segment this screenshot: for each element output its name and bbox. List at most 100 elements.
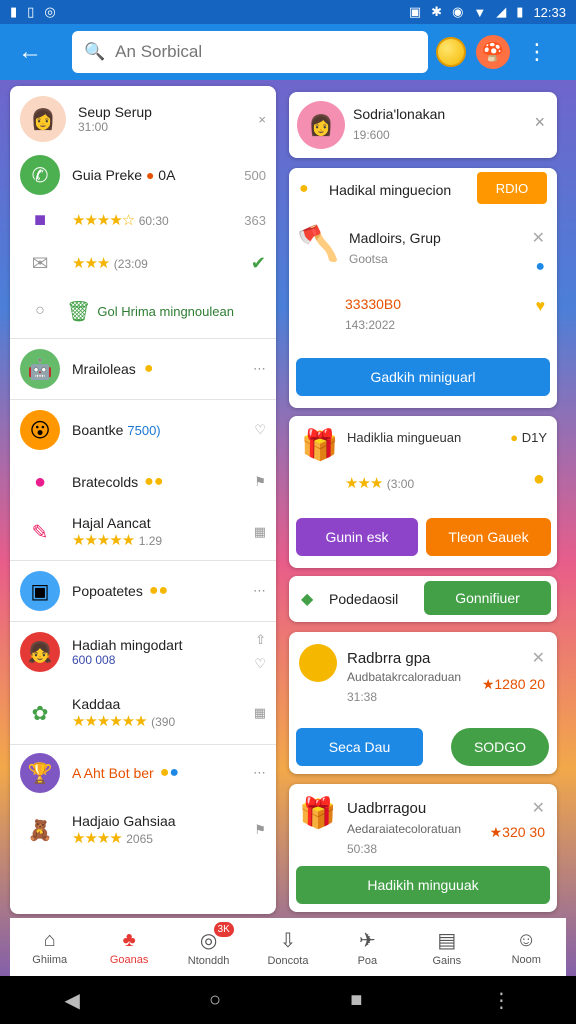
badge-icon: ● <box>169 764 180 781</box>
bookmark-icon[interactable]: ⚑ <box>254 822 266 838</box>
heart-icon[interactable]: ♡ <box>254 656 266 672</box>
nfc-icon: ▣ <box>408 4 422 19</box>
search-box[interactable]: 🔍 <box>72 31 428 73</box>
offer-card: 🎁 Uadbrragou Aedaraiatecoloratuan 50:38 … <box>289 784 557 912</box>
app-bar: ← 🔍 🍄 ⋮ <box>0 24 576 80</box>
games-icon: ♣ <box>122 928 136 951</box>
trophy-icon: 🏆 <box>20 753 60 793</box>
calendar-icon[interactable]: ▦ <box>254 705 266 721</box>
card-title: Madloirs, Grup <box>349 230 441 246</box>
home-button-icon[interactable]: ○ <box>209 989 221 1012</box>
card-left-button[interactable]: Gunin esk <box>296 518 418 556</box>
notification-badge: 3K <box>213 921 234 937</box>
bluetooth-icon: ✱ <box>431 4 443 19</box>
girl-character-icon: 👧 <box>20 632 60 672</box>
card-right-button[interactable]: SODGO <box>451 728 549 766</box>
sim-icon: ▮ <box>10 4 18 19</box>
nav-downloads[interactable]: ⇩ Doncota <box>253 928 323 967</box>
share-icon[interactable]: ⇧ <box>255 632 266 648</box>
close-icon[interactable]: ✕ <box>532 228 545 248</box>
list-item[interactable]: ▣ Popoatetes ●● ⋯ <box>10 561 276 621</box>
list-item[interactable]: 🏆 A Aht Bot ber ● ● ⋯ <box>10 745 276 801</box>
card-primary-button[interactable]: Hadikih minguuak <box>296 866 550 904</box>
trash-icon: 🗑 <box>66 300 92 323</box>
list-item[interactable]: ● Bratecolds ●● ⚑ <box>10 460 276 504</box>
offer-card: ● Hadikal minguecion RDIO 🪓 Madloirs, Gr… <box>289 168 557 408</box>
heart-icon[interactable]: ♡ <box>254 422 266 438</box>
more-icon[interactable]: ⋯ <box>253 361 266 377</box>
back-arrow-icon[interactable]: ← <box>10 38 50 66</box>
list-item[interactable]: 👩 Seup Serup 31:00 × <box>10 86 276 152</box>
list-item[interactable]: 🤖 Mrailoleas ● ⋯ <box>10 339 276 399</box>
list-item[interactable]: ✉ ★★★ (23:09 ✔ <box>10 242 276 284</box>
rating-value: 60:30 <box>138 213 169 228</box>
card-rating: ★★★ (3:00 <box>345 474 414 493</box>
card-left-button[interactable]: Seca Dau <box>296 728 423 766</box>
more-icon[interactable]: ⋮ <box>491 988 511 1013</box>
list-item[interactable]: ✆ Guia Preke ● 0A 500 <box>10 152 276 198</box>
recents-icon[interactable]: ■ <box>350 989 362 1012</box>
calendar-icon[interactable]: ▦ <box>254 524 266 540</box>
axe-icon: 🪓 <box>297 225 340 263</box>
close-icon[interactable]: ✕ <box>532 798 545 818</box>
item-badge: 7500) <box>127 422 161 438</box>
bottom-navigation: ⌂ Ghiima ♣ Goanas ◎ 3K Ntonddh ⇩ Doncota ✈ Poa… <box>10 918 566 976</box>
close-icon[interactable]: × <box>258 112 266 127</box>
item-title: Seup Serup <box>78 104 152 120</box>
mascot-avatar-icon[interactable]: 🍄 <box>476 35 510 69</box>
download-icon: ● <box>299 180 309 197</box>
rating-value: (3:00 <box>386 477 415 491</box>
download-icon: ⇩ <box>279 929 297 952</box>
status-bar: ▮ ▯ ◎ ▣ ✱ ◉ ▼ ◢ ▮ 12:33 <box>0 0 576 24</box>
card-right-button[interactable]: Tleon Gauek <box>426 518 551 556</box>
profile-card[interactable]: 👩 Sodria'lonakan 19:600 × <box>289 92 557 158</box>
list-item[interactable]: 😮 Boantke 7500) ♡ <box>10 400 276 460</box>
search-input[interactable] <box>115 42 396 62</box>
sync-icon: ◎ <box>44 4 56 19</box>
nav-map[interactable]: ✈ Poa <box>332 928 402 967</box>
card-title: Hadiklia mingueuan <box>347 430 462 445</box>
close-icon[interactable]: ✕ <box>532 648 545 668</box>
bookmark-icon[interactable]: ⚑ <box>254 474 266 490</box>
nav-label: Ntonddh <box>187 954 230 967</box>
close-icon[interactable]: × <box>534 112 545 133</box>
coin-icon[interactable] <box>436 37 466 67</box>
list-item[interactable]: ✿ Kaddaa ★★★★★★ (390 ▦ <box>10 682 276 744</box>
nav-profile[interactable]: ☺ Noom <box>491 929 561 966</box>
card-button[interactable]: Gonnifiuer <box>424 581 551 615</box>
nav-label: Doncota <box>267 954 309 967</box>
nav-gains[interactable]: ▤ Gains <box>412 928 482 967</box>
more-menu-icon[interactable]: ⋮ <box>526 39 548 65</box>
clock-icon: ○ <box>35 302 45 319</box>
list-item[interactable]: ✎ Hajal Aancat ★★★★★ 1.29 ▦ <box>10 504 276 560</box>
card-badge: ● D1Y <box>510 430 547 445</box>
nav-notifications[interactable]: ◎ 3K Ntonddh <box>174 921 244 967</box>
nav-games[interactable]: ♣ Goanas <box>94 929 164 966</box>
more-icon[interactable]: ⋯ <box>253 583 266 599</box>
signal-icon: ◢ <box>496 4 507 19</box>
more-icon[interactable]: ⋯ <box>253 765 266 781</box>
rating-stars: ★★★★★ <box>72 531 135 549</box>
card-tag[interactable]: RDIO <box>477 172 547 204</box>
coin-icon: ●● <box>148 582 169 599</box>
list-item[interactable]: 🧸 Hadjaio Gahsiaa ★★★★ 2065 ⚑ <box>10 801 276 859</box>
list-item[interactable]: ■ ★★★★☆ 60:30 363 <box>10 198 276 242</box>
card-primary-button[interactable]: Gadkih miniguarl <box>296 358 550 396</box>
profile-avatar: 👩 <box>297 101 345 149</box>
check-circle-icon[interactable]: ✔ <box>251 253 266 274</box>
back-icon[interactable]: ◀ <box>65 988 80 1013</box>
shield-icon: ◆ <box>301 591 314 608</box>
favorite-icon[interactable]: ♥ <box>536 298 546 316</box>
list-item[interactable]: ○ 🗑 Gol Hrima mingnoulean <box>10 284 276 338</box>
gift-icon: 🎁 <box>301 429 339 462</box>
coin-icon <box>299 644 337 682</box>
rating-value: 1.29 <box>138 533 163 548</box>
item-title: A Aht Bot ber <box>72 765 154 781</box>
card-title: Radbrra gpa <box>347 650 431 667</box>
card-title: Uadbrragou <box>347 800 427 817</box>
list-item[interactable]: 👧 Hadiah mingodart 600 008 ⇧ ♡ <box>10 622 276 682</box>
rating-value: 2065 <box>126 831 153 846</box>
nav-home[interactable]: ⌂ Ghiima <box>15 929 85 966</box>
rating-value: (390 <box>151 714 176 729</box>
card-date: 50:38 <box>347 842 378 856</box>
